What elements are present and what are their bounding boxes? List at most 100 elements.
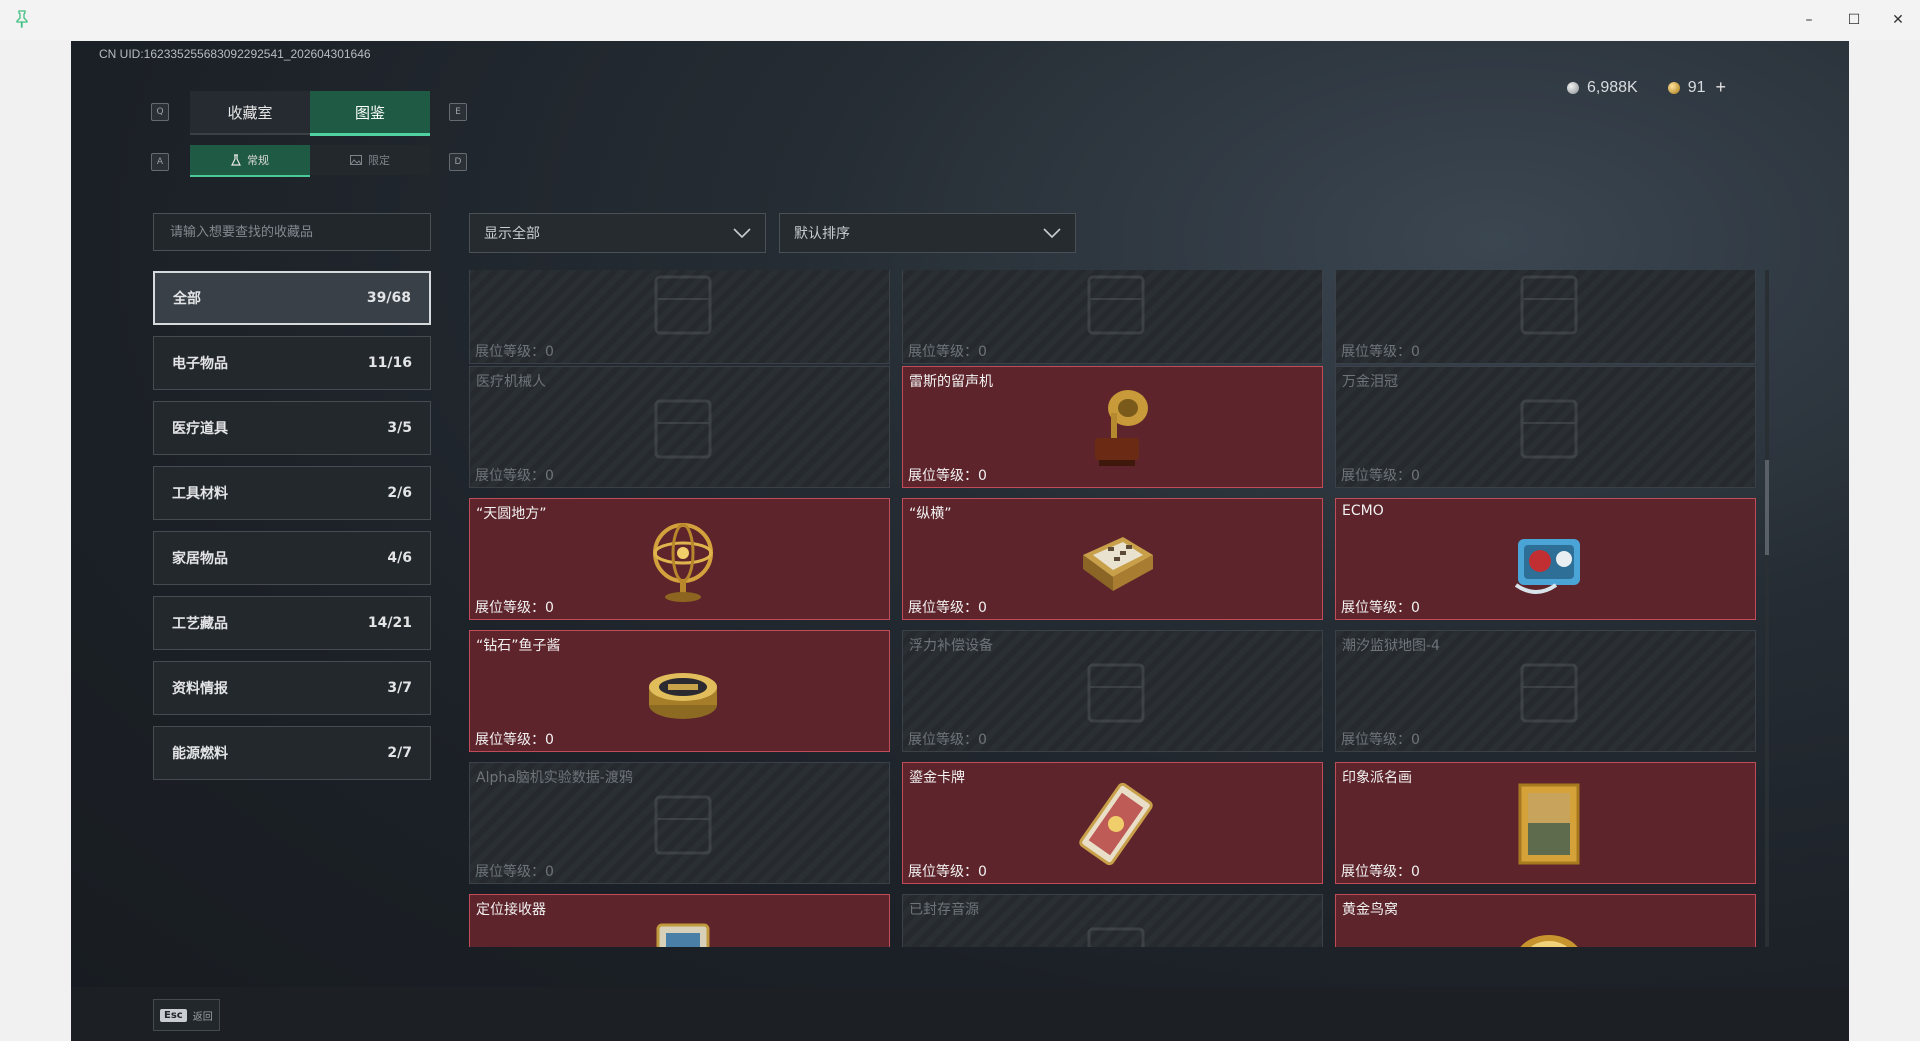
maximize-button[interactable]: ☐ — [1839, 8, 1869, 32]
collection-card[interactable]: 已封存音源 — [902, 894, 1323, 947]
card-level: 展位等级：0 — [475, 732, 554, 748]
category-item[interactable]: 家居物品 4/6 — [153, 531, 431, 585]
category-label: 医疗道具 — [172, 421, 228, 437]
key-hint-d: D — [449, 153, 467, 171]
collection-card[interactable]: Alpha脑机实验数据-渡鸦 展位等级：0 — [469, 762, 890, 884]
card-name: 万金泪冠 — [1342, 374, 1398, 390]
key-hint-a: A — [151, 153, 169, 171]
audio-icon — [1073, 911, 1159, 947]
uid-label: CN UID:1623352556830922925​41_2026043016… — [99, 47, 371, 61]
silver-coin-icon — [1567, 81, 1579, 94]
footer-bar — [71, 987, 1849, 1041]
card-level: 展位等级：0 — [475, 600, 554, 616]
card-level: 展位等级：0 — [908, 732, 987, 748]
box-icon — [1506, 270, 1592, 349]
minimize-button[interactable]: – — [1794, 8, 1824, 32]
category-label: 电子物品 — [172, 356, 228, 372]
category-count: 14/21 — [367, 615, 412, 631]
gramophone-icon — [1073, 383, 1159, 473]
grid-scrollbar[interactable] — [1765, 270, 1769, 947]
category-label: 能源燃料 — [172, 746, 228, 762]
gold-coin-icon — [1667, 81, 1680, 94]
scrollbar-thumb[interactable] — [1765, 460, 1769, 555]
category-item[interactable]: 能源燃料 2/7 — [153, 726, 431, 780]
pin-icon[interactable] — [14, 10, 30, 28]
card-level: 展位等级：0 — [1341, 732, 1420, 748]
card-level: 展位等级：0 — [475, 468, 554, 484]
collection-card[interactable]: 浮力补偿设备 展位等级：0 — [902, 630, 1323, 752]
collection-card[interactable]: “天圆地方” 展位等级：0 — [469, 498, 890, 620]
category-item[interactable]: 全部 39/68 — [153, 271, 431, 325]
crown-icon — [1506, 383, 1592, 473]
subtab-limited-label: 限定 — [368, 154, 390, 167]
category-item[interactable]: 工具材料 2/6 — [153, 466, 431, 520]
card-level: 展位等级：0 — [1341, 344, 1420, 360]
subtab-regular[interactable]: 常规 — [190, 145, 310, 177]
currency-bar: 6,988K 91 + — [1567, 77, 1726, 98]
tab-collection-room[interactable]: 收藏室 — [190, 91, 310, 135]
key-hint-e: E — [449, 103, 467, 121]
collection-card[interactable]: 展位等级：0 — [902, 270, 1323, 364]
card-name: “钻石”鱼子酱 — [476, 638, 561, 654]
box-icon — [1073, 270, 1159, 349]
collection-card[interactable]: 展位等级：0 — [1335, 270, 1756, 364]
sort-dropdown[interactable]: 默认排序 — [779, 213, 1076, 253]
gold-amount: 91 — [1687, 78, 1706, 96]
subtab-regular-label: 常规 — [247, 154, 269, 167]
drive-icon — [640, 779, 726, 869]
card-name: ECMO — [1342, 503, 1384, 519]
filter-dropdown[interactable]: 显示全部 — [469, 213, 766, 253]
collection-card[interactable]: 定位接收器 — [469, 894, 890, 947]
card-level: 展位等级：0 — [908, 468, 987, 484]
chevron-down-icon — [733, 228, 751, 238]
close-button[interactable]: ✕ — [1883, 8, 1913, 32]
back-button[interactable]: Esc 返回 — [153, 999, 220, 1031]
category-item[interactable]: 医疗道具 3/5 — [153, 401, 431, 455]
card-level: 展位等级：0 — [908, 864, 987, 880]
armillary-sphere-icon — [640, 515, 726, 605]
collection-card[interactable]: 医疗机械人展位等级：0 — [469, 366, 890, 488]
card-name: 鎏金卡牌 — [909, 770, 965, 786]
category-label: 家居物品 — [172, 551, 228, 567]
collection-card[interactable]: 印象派名画 展位等级：0 — [1335, 762, 1756, 884]
machine-icon — [640, 270, 726, 349]
card-name: 印象派名画 — [1342, 770, 1412, 786]
painting-icon — [1506, 779, 1592, 869]
collection-card[interactable]: 潮汐监狱地图-4 展位等级：0 — [1335, 630, 1756, 752]
collection-card[interactable]: “纵横” 展位等级：0 — [902, 498, 1323, 620]
category-count: 39/68 — [366, 290, 411, 306]
collection-card[interactable]: 展位等级：0 — [469, 270, 890, 364]
collection-card[interactable]: ECMO 展位等级：0 — [1335, 498, 1756, 620]
category-count: 2/7 — [387, 745, 412, 761]
category-item[interactable]: 工艺藏品 14/21 — [153, 596, 431, 650]
back-label: 返回 — [192, 1011, 213, 1023]
robot-icon — [640, 383, 726, 473]
search-input[interactable] — [168, 223, 430, 241]
tab-codex[interactable]: 图鉴 — [310, 91, 430, 136]
card-name: 黄金鸟窝 — [1342, 902, 1398, 918]
collection-card[interactable]: 鎏金卡牌展位等级：0 — [902, 762, 1323, 884]
card-level: 展位等级：0 — [1341, 600, 1420, 616]
card-name: 医疗机械人 — [476, 374, 546, 390]
card-level: 展位等级：0 — [908, 600, 987, 616]
subtab-limited[interactable]: 限定 — [310, 145, 430, 175]
category-item[interactable]: 资料情报 3/7 — [153, 661, 431, 715]
search-box[interactable] — [153, 213, 431, 251]
card-name: 已封存音源 — [909, 902, 979, 918]
key-hint-q: Q — [151, 103, 169, 121]
category-label: 工具材料 — [172, 486, 228, 502]
collection-card[interactable]: “钻石”鱼子酱 展位等级：0 — [469, 630, 890, 752]
receiver-icon — [640, 911, 726, 947]
filter-dropdown-value: 显示全部 — [484, 226, 540, 242]
card-name: 定位接收器 — [476, 902, 546, 918]
category-count: 3/7 — [387, 680, 412, 696]
category-item[interactable]: 电子物品 11/16 — [153, 336, 431, 390]
collection-card[interactable]: 万金泪冠 展位等级：0 — [1335, 366, 1756, 488]
category-label: 工艺藏品 — [172, 616, 228, 632]
card-name: 浮力补偿设备 — [909, 638, 993, 654]
add-currency-button[interactable]: + — [1716, 77, 1727, 98]
collection-card[interactable]: 黄金鸟窝 — [1335, 894, 1756, 947]
window-titlebar: – ☐ ✕ — [0, 0, 1920, 40]
card-name: Alpha脑机实验数据-渡鸦 — [476, 770, 633, 786]
collection-card[interactable]: 雷斯的留声机 展位等级：0 — [902, 366, 1323, 488]
